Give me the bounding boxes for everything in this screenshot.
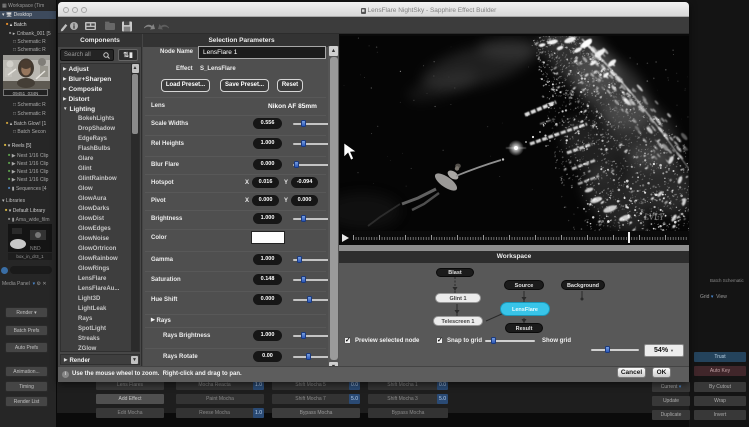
svg-text:NBD: NBD <box>30 246 41 252</box>
svg-text:LVLY: LVLY <box>643 212 665 222</box>
